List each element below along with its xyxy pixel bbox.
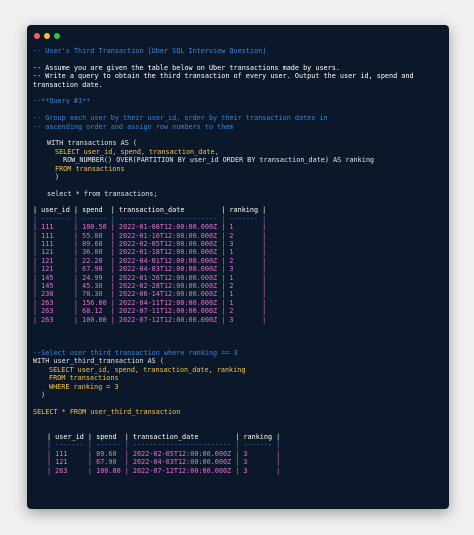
table1-row: | 263 | 156.00 | 2022-04-11T12:00:00.000… [33,298,267,307]
table1-row: | 121 | 67.90 | 2022-04-03T12:00:00.000Z… [33,265,267,274]
sql-where-third: WHERE ranking = 3 [49,382,119,391]
group-comment-1: -- Group each user by their user_id, ord… [33,114,328,123]
table1-row: | 145 | 45.30 | 2022-02-28T12:00:00.000Z… [33,281,267,290]
sql-select-all: select * from transactions; [47,189,158,198]
group-comment-2: -- ascending order and assign row number… [33,122,234,131]
table1-row: | 121 | 22.20 | 2022-04-01T12:00:00.000Z… [33,256,267,265]
maximize-dot[interactable] [54,33,60,39]
code-window: -- User's Third Transaction [Uber SQL In… [27,25,449,509]
close-dot[interactable] [34,33,40,39]
minimize-dot[interactable] [44,33,50,39]
sql-close-third: ) [41,391,46,400]
prompt-line-2: -- Write a query to obtain the third tra… [33,72,418,89]
title-comment: -- User's Third Transaction [Uber SQL In… [33,47,267,55]
sql-from-line: FROM transactions [55,164,125,173]
table1-body: | 111 | 100.50 | 2022-01-08T12:00:00.000… [33,223,445,324]
sql-select-line: SELECT user_id, spend, transaction_date, [55,147,219,156]
sql-with-third: WITH user_third_transaction AS ( [33,357,164,366]
sql-close-paren: ) [55,172,60,181]
table1-row: | 111 | 100.50 | 2022-01-08T12:00:00.000… [33,223,267,232]
table1-row: | 111 | 89.60 | 2022-02-05T12:00:00.000Z… [33,240,267,249]
sql-with-line: WITH transactions AS ( [47,139,138,148]
table2-row: | 263 | 100.00 | 2022-07-12T12:00:00.000… [47,466,281,475]
table1-separator: | ------- | ------ | -------------------… [33,214,267,223]
sql-rownumber-line: ROW_NUMBER() OVER(PARTITION BY user_id O… [63,156,374,165]
sql-select-result: SELECT * FROM user_third_transaction [33,407,181,416]
table1-header: | user_id | spend | transaction_date | r… [33,206,267,215]
sql-from-third: FROM transactions [49,374,119,383]
table1-row: | 121 | 36.00 | 2022-01-18T12:00:00.000Z… [33,248,267,257]
table2-body: | 111 | 89.60 | 2022-02-05T12:00:00.000Z… [33,450,445,475]
table2-header: | user_id | spend | transaction_date | r… [47,433,281,441]
table2-row: | 111 | 89.60 | 2022-02-05T12:00:00.000Z… [47,449,281,458]
table1-row: | 263 | 100.00 | 2022-07-12T12:00:00.000… [33,315,267,324]
code-block: -- User's Third Transaction [Uber SQL In… [33,47,445,475]
select-third-comment: --Select user third transaction where ra… [33,349,238,358]
sql-select-third: SELECT user_id, spend, transaction_date,… [49,365,246,374]
table1-row: | 145 | 24.99 | 2022-01-26T12:00:00.000Z… [33,273,267,282]
table1-row: | 263 | 68.12 | 2022-07-11T12:00:00.000Z… [33,307,267,316]
table2-row: | 121 | 67.90 | 2022-04-03T12:00:00.000Z… [47,458,281,467]
table1-row: | 111 | 55.00 | 2022-01-10T12:00:00.000Z… [33,231,267,240]
query-heading: --**Query #1** [33,97,91,106]
table2-separator: | ------- | ------ | -------------------… [47,441,281,450]
table1-row: | 230 | 78.30 | 2022-06-14T12:00:00.000Z… [33,290,267,299]
prompt-line-1: -- Assume you are given the table below … [33,63,340,72]
